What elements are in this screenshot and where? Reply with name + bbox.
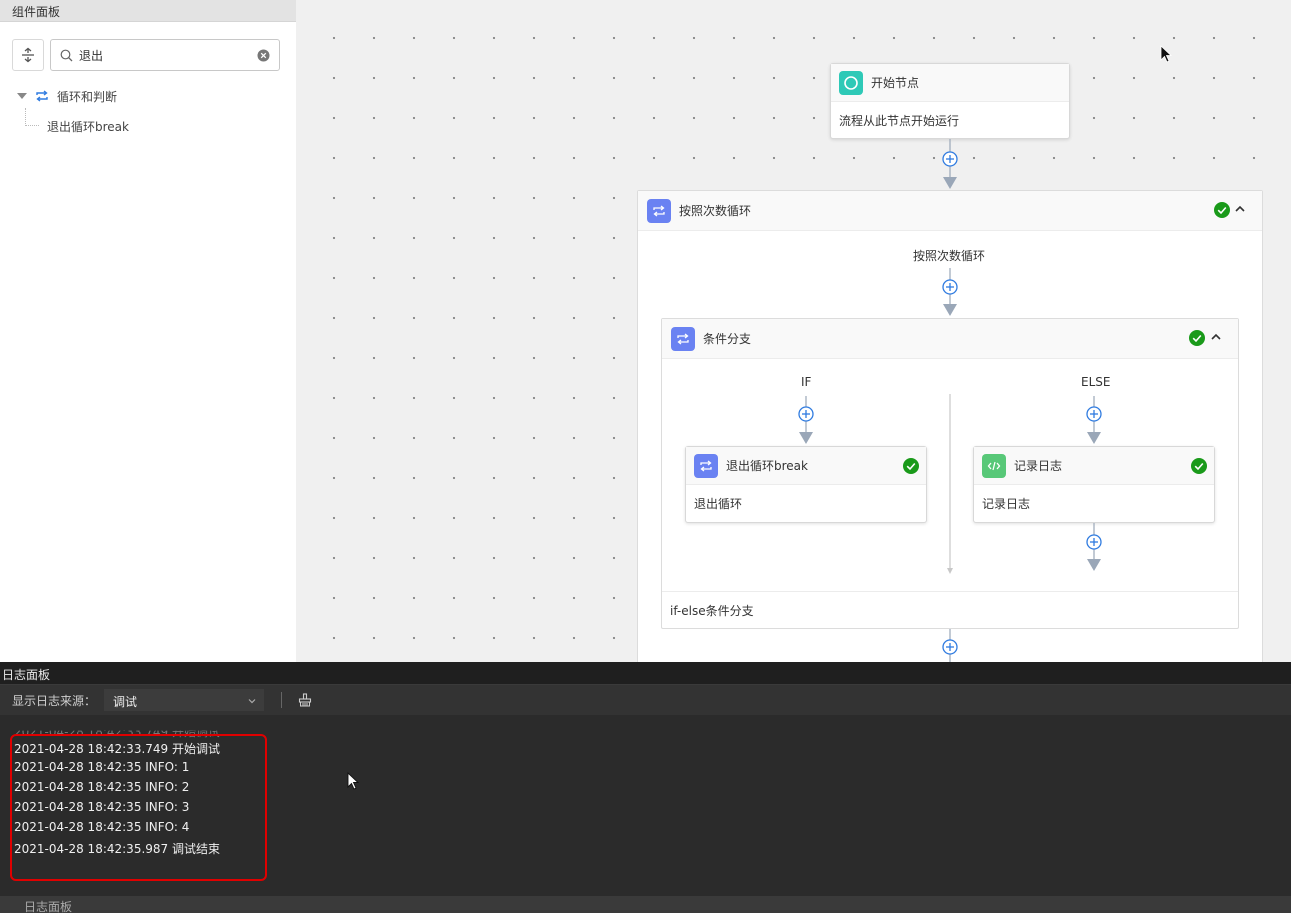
circle-icon — [844, 75, 858, 90]
loop-icon — [677, 332, 689, 345]
start-node-icon-box — [839, 70, 863, 95]
loop-title: 按照次数循环 — [679, 204, 752, 218]
collapse-chevron-up-icon[interactable] — [1234, 203, 1246, 215]
tree-group-label: 循环和判断 — [57, 89, 118, 104]
expand-caret-icon[interactable] — [17, 93, 27, 99]
collapse-chevron-up-icon[interactable] — [1210, 331, 1222, 343]
loop-icon-box — [647, 198, 671, 223]
success-check-icon — [1214, 202, 1230, 218]
log-panel-title: 日志面板 — [0, 662, 1291, 685]
tab-log-panel[interactable]: 日志面板 — [24, 898, 72, 913]
break-node-description: 退出循环 — [694, 496, 743, 511]
component-panel-title: 组件面板 — [0, 0, 296, 22]
branch-footer-divider — [662, 591, 1238, 592]
loop-header: 按照次数循环 — [638, 191, 1262, 231]
add-step-icon[interactable] — [1085, 405, 1103, 423]
log-record-node-header: 记录日志 — [974, 447, 1214, 485]
start-node[interactable]: 开始节点 流程从此节点开始运行 — [830, 63, 1070, 139]
condition-branch-header: 条件分支 — [662, 319, 1238, 359]
branch-divider-line — [947, 394, 953, 574]
search-input[interactable] — [79, 45, 249, 65]
bottom-tab-bar: 日志面板 — [0, 896, 1291, 913]
start-node-description: 流程从此节点开始运行 — [839, 113, 960, 128]
log-source-label: 显示日志来源： — [12, 693, 97, 708]
branch-icon-box — [671, 326, 695, 351]
else-label: ELSE — [1081, 375, 1111, 389]
success-check-icon — [1191, 458, 1207, 474]
add-step-icon[interactable] — [1085, 533, 1103, 551]
toolbar-separator — [281, 692, 283, 708]
code-icon — [987, 461, 1001, 470]
collapse-all-button[interactable] — [12, 39, 44, 71]
clear-log-icon[interactable] — [298, 693, 312, 707]
break-node-title: 退出循环break — [726, 459, 808, 473]
tree-item-break-loop[interactable]: 退出循环break — [12, 108, 129, 138]
success-check-icon — [903, 458, 919, 474]
component-panel: 组件面板 退出 循环和判断 退出循环break — [0, 0, 296, 662]
search-icon — [60, 49, 73, 62]
condition-branch-footer: if-else条件分支 — [670, 604, 754, 618]
loop-icon — [700, 459, 712, 472]
log-record-node[interactable]: 记录日志 记录日志 — [973, 446, 1215, 523]
log-node-icon-box — [982, 453, 1006, 478]
if-label: IF — [801, 375, 812, 389]
search-field[interactable] — [50, 39, 280, 71]
start-node-header: 开始节点 — [831, 64, 1069, 102]
loop-icon — [36, 90, 48, 102]
tree-group-loop-and-condition[interactable]: 循环和判断 — [12, 84, 129, 108]
clear-search-icon[interactable] — [257, 49, 270, 62]
break-loop-node-header: 退出循环break — [686, 447, 926, 485]
mouse-cursor-icon — [1160, 45, 1173, 63]
add-step-icon[interactable] — [941, 150, 959, 168]
log-source-select[interactable]: 调试 — [104, 689, 265, 711]
log-toolbar: 显示日志来源： 调试 — [0, 685, 1291, 715]
tree-item-label: 退出循环break — [47, 119, 129, 134]
log-source-value: 调试 — [113, 695, 138, 709]
break-loop-node[interactable]: 退出循环break 退出循环 — [685, 446, 927, 523]
mouse-cursor-icon — [347, 772, 360, 790]
log-node-title: 记录日志 — [1014, 459, 1063, 473]
add-step-icon[interactable] — [941, 278, 959, 296]
flow-canvas[interactable]: 开始节点 流程从此节点开始运行 按照次数循环 按照次数循环 条件分支 if-el… — [296, 0, 1291, 662]
add-step-icon[interactable] — [797, 405, 815, 423]
break-node-icon-box — [694, 453, 718, 478]
chevron-down-icon — [248, 699, 256, 704]
loop-body-label: 按照次数循环 — [913, 249, 986, 263]
start-node-title: 开始节点 — [871, 76, 920, 90]
loop-icon — [653, 204, 665, 217]
highlight-annotation-box — [10, 734, 267, 881]
component-toolbar — [12, 39, 280, 71]
success-check-icon — [1189, 330, 1205, 346]
component-tree: 循环和判断 退出循环break — [12, 84, 129, 138]
collapse-icon — [22, 47, 34, 63]
log-node-description: 记录日志 — [982, 496, 1031, 511]
add-step-icon[interactable] — [941, 638, 959, 656]
condition-branch-title: 条件分支 — [703, 332, 752, 346]
tree-branch-line — [25, 108, 39, 126]
